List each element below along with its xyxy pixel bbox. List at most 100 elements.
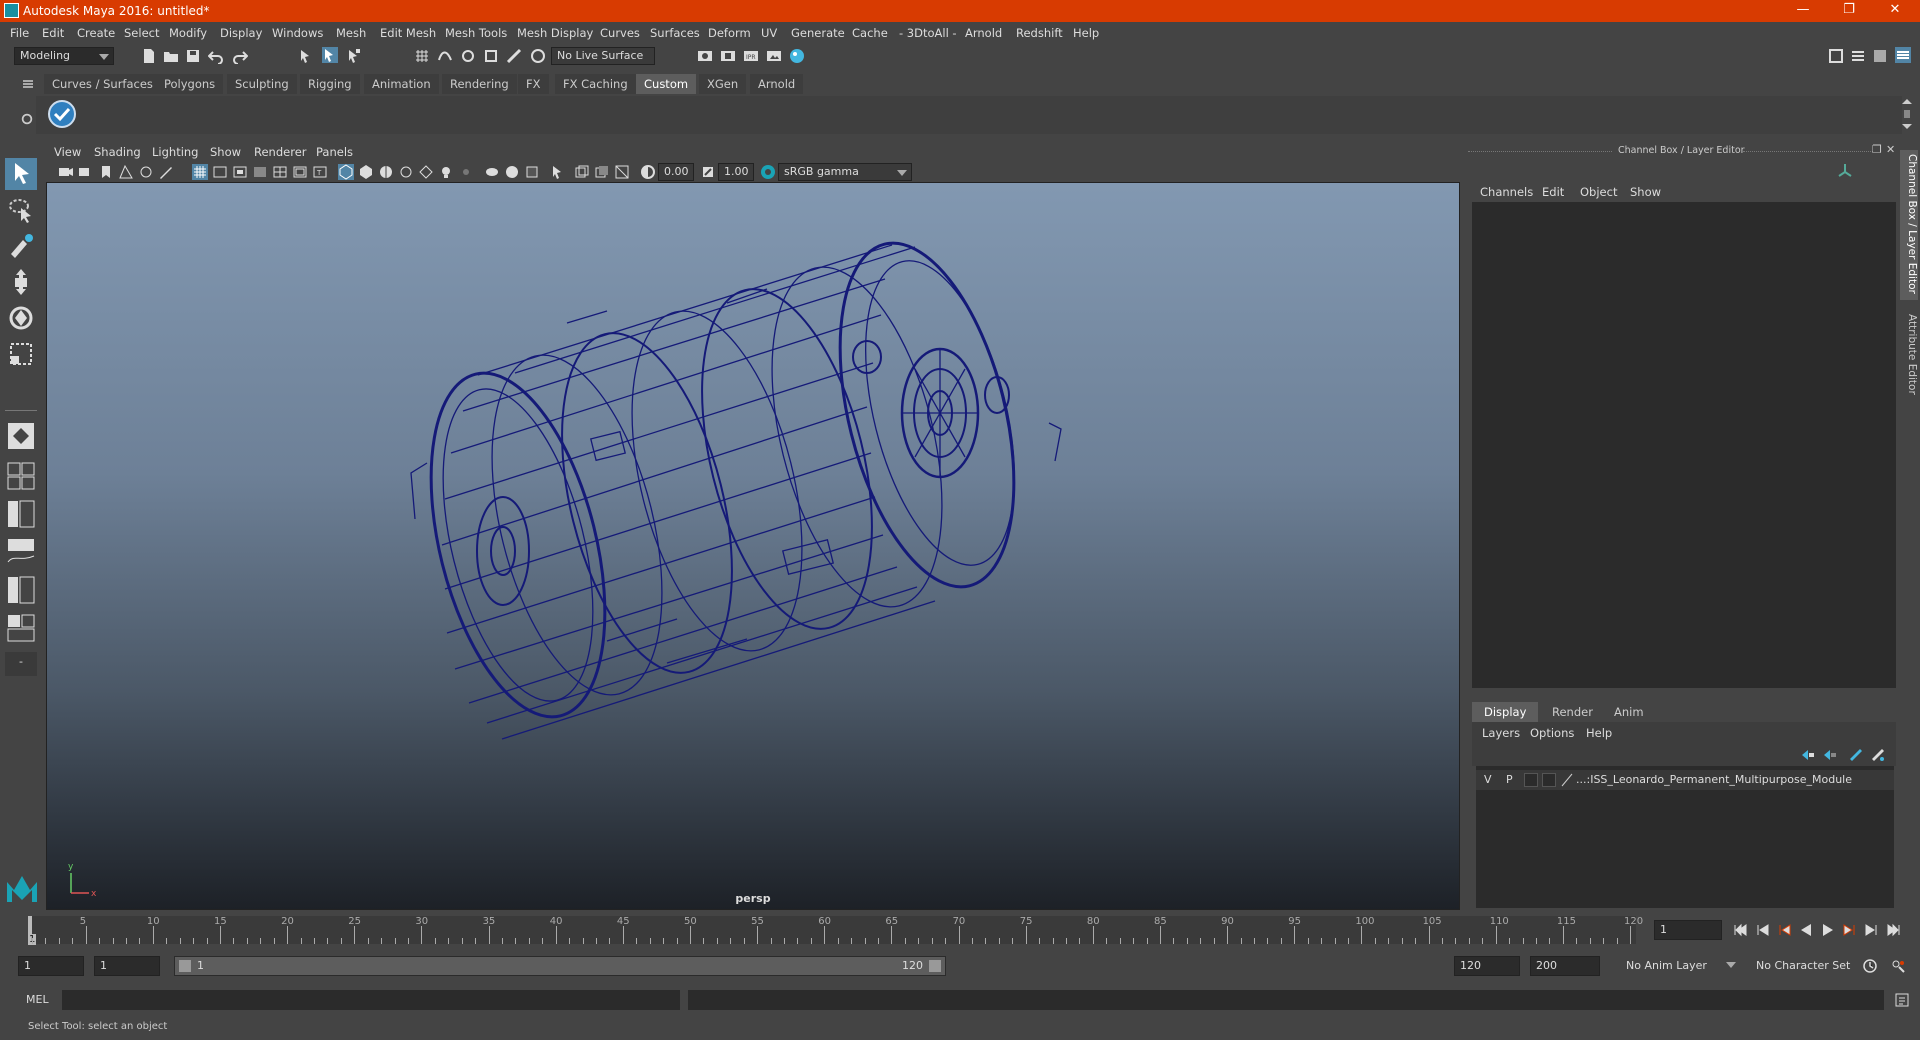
auto-key-icon[interactable]	[1862, 958, 1878, 974]
layer-tab-anim[interactable]: Anim	[1602, 702, 1656, 722]
go-to-start-icon[interactable]	[1732, 922, 1748, 938]
viewport-menu-panels[interactable]: Panels	[316, 145, 353, 159]
current-frame-field[interactable]: 1	[1654, 920, 1722, 940]
render-settings-icon[interactable]	[697, 48, 713, 64]
menu-edit[interactable]: Edit	[42, 26, 64, 40]
channel-show-menu[interactable]: Show	[1630, 185, 1661, 199]
undo-icon[interactable]	[208, 48, 224, 64]
menu-mesh[interactable]: Mesh	[336, 26, 366, 40]
grease-pencil-icon[interactable]	[158, 164, 174, 180]
viewport-menu-shading[interactable]: Shading	[94, 145, 141, 159]
shelf-tab-rendering[interactable]: Rendering	[442, 74, 517, 94]
move-tool-icon[interactable]	[5, 266, 37, 298]
move-layer-up-icon[interactable]	[1800, 747, 1816, 763]
viewport-menu-show[interactable]: Show	[210, 145, 241, 159]
channel-edit-menu[interactable]: Edit	[1542, 185, 1564, 199]
layer-visibility-toggle[interactable]: V	[1484, 773, 1492, 786]
menu-display[interactable]: Display	[220, 26, 262, 40]
menu-create[interactable]: Create	[77, 26, 115, 40]
menu-cache[interactable]: Cache	[852, 26, 888, 40]
grid-toggle-icon[interactable]	[192, 164, 208, 180]
wireframe-shading-icon[interactable]	[338, 164, 354, 180]
command-language-label[interactable]: MEL	[26, 993, 49, 1006]
image-plane-icon[interactable]	[118, 164, 134, 180]
rotate-tool-icon[interactable]	[5, 302, 37, 334]
viewport-menu-lighting[interactable]: Lighting	[152, 145, 198, 159]
shelf-menu-icon[interactable]	[20, 76, 36, 92]
move-layer-down-icon[interactable]	[1822, 747, 1838, 763]
menu-help[interactable]: Help	[1073, 26, 1099, 40]
paint-select-tool-icon[interactable]	[5, 230, 37, 262]
redo-icon[interactable]	[232, 48, 248, 64]
anim-layer-dropdown[interactable]: No Anim Layer	[1608, 956, 1740, 976]
range-end-handle[interactable]	[929, 960, 941, 972]
close-panel-icon[interactable]: ✕	[1886, 143, 1895, 156]
view-transform-dropdown[interactable]: sRGB gamma	[778, 163, 912, 181]
menu-redshift[interactable]: Redshift	[1016, 26, 1063, 40]
step-back-frame-icon[interactable]	[1754, 922, 1770, 938]
play-backwards-icon[interactable]	[1798, 922, 1814, 938]
menu-file[interactable]: File	[10, 26, 29, 40]
modeling-toolkit-icon[interactable]	[1828, 48, 1844, 64]
depth-of-field-icon[interactable]	[524, 164, 540, 180]
layer-playback-toggle[interactable]: P	[1506, 773, 1513, 786]
snap-grid-icon[interactable]	[414, 48, 430, 64]
layer-options-menu[interactable]: Options	[1530, 726, 1574, 740]
layer-type-toggle[interactable]	[1524, 773, 1538, 787]
camera-attributes-icon[interactable]	[78, 164, 94, 180]
layer-row[interactable]: V P ...:ISS_Leonardo_Permanent_Multipurp…	[1476, 770, 1894, 790]
toolbox-collapse-button[interactable]: -	[5, 652, 37, 676]
menu-uv[interactable]: UV	[761, 26, 777, 40]
select-object-icon[interactable]	[322, 47, 338, 63]
channels-menu[interactable]: Channels	[1480, 185, 1533, 199]
playback-start-field[interactable]: 1	[94, 956, 160, 976]
open-scene-icon[interactable]	[163, 48, 179, 64]
new-layer-icon[interactable]	[1848, 747, 1864, 763]
multisample-aa-icon[interactable]	[504, 164, 520, 180]
lasso-tool-icon[interactable]	[5, 194, 37, 226]
shelf-tab-sculpting[interactable]: Sculpting	[227, 74, 297, 94]
step-forward-key-icon[interactable]	[1842, 922, 1858, 938]
motion-blur-icon[interactable]	[484, 164, 500, 180]
perspective-viewport[interactable]: y x persp	[46, 182, 1460, 910]
menu-modify[interactable]: Modify	[169, 26, 207, 40]
save-scene-icon[interactable]	[185, 48, 201, 64]
persp-hypershade-layout-icon[interactable]	[5, 574, 37, 606]
character-set-dropdown[interactable]: No Character Set	[1740, 956, 1872, 976]
go-to-end-icon[interactable]	[1886, 922, 1902, 938]
xray-joints-icon[interactable]	[594, 164, 610, 180]
layers-menu[interactable]: Layers	[1482, 726, 1520, 740]
attribute-editor-toggle-icon[interactable]	[1850, 48, 1866, 64]
shelf-tab-polygons[interactable]: Polygons	[156, 74, 224, 94]
scale-tool-icon[interactable]	[5, 338, 37, 370]
shelf-tab-animation[interactable]: Animation	[364, 74, 439, 94]
menu-mesh-tools[interactable]: Mesh Tools	[445, 26, 507, 40]
use-all-lights-icon[interactable]	[398, 164, 414, 180]
gamma-field[interactable]: 1.00	[718, 163, 754, 181]
textured-icon[interactable]	[378, 164, 394, 180]
channel-box-toggle-icon[interactable]	[1895, 47, 1911, 63]
shelf-tab-fx-caching[interactable]: FX Caching	[555, 74, 636, 94]
field-chart-icon[interactable]	[272, 164, 288, 180]
mode-dropdown[interactable]: Modeling	[14, 47, 114, 65]
make-live-icon[interactable]	[506, 48, 522, 64]
custom-shelf-check-icon[interactable]	[47, 99, 77, 129]
new-layer-selected-icon[interactable]	[1870, 747, 1886, 763]
range-slider[interactable]: 1 120	[174, 956, 946, 976]
persp-outliner-layout-icon[interactable]	[5, 498, 37, 530]
menu-mesh-display[interactable]: Mesh Display	[517, 26, 593, 40]
select-hierarchy-icon[interactable]	[298, 48, 314, 64]
viewport-menu-view[interactable]: View	[54, 145, 81, 159]
script-editor-icon[interactable]	[1894, 992, 1910, 1008]
menu-surfaces[interactable]: Surfaces	[650, 26, 700, 40]
time-slider-track[interactable]: 1 51015202530354045505560657075808590951…	[28, 916, 1643, 945]
screen-space-ao-icon[interactable]	[458, 164, 474, 180]
live-surface-field[interactable]: No Live Surface	[551, 47, 655, 65]
select-tool-icon[interactable]	[5, 158, 37, 190]
select-component-icon[interactable]	[346, 48, 362, 64]
single-perspective-layout-icon[interactable]	[5, 420, 37, 452]
xray-components-icon[interactable]	[614, 164, 630, 180]
iss-leonardo-module-wireframe[interactable]: y x	[47, 183, 1460, 910]
exposure-field[interactable]: 0.00	[658, 163, 694, 181]
shelf-tab-custom[interactable]: Custom	[636, 74, 697, 94]
